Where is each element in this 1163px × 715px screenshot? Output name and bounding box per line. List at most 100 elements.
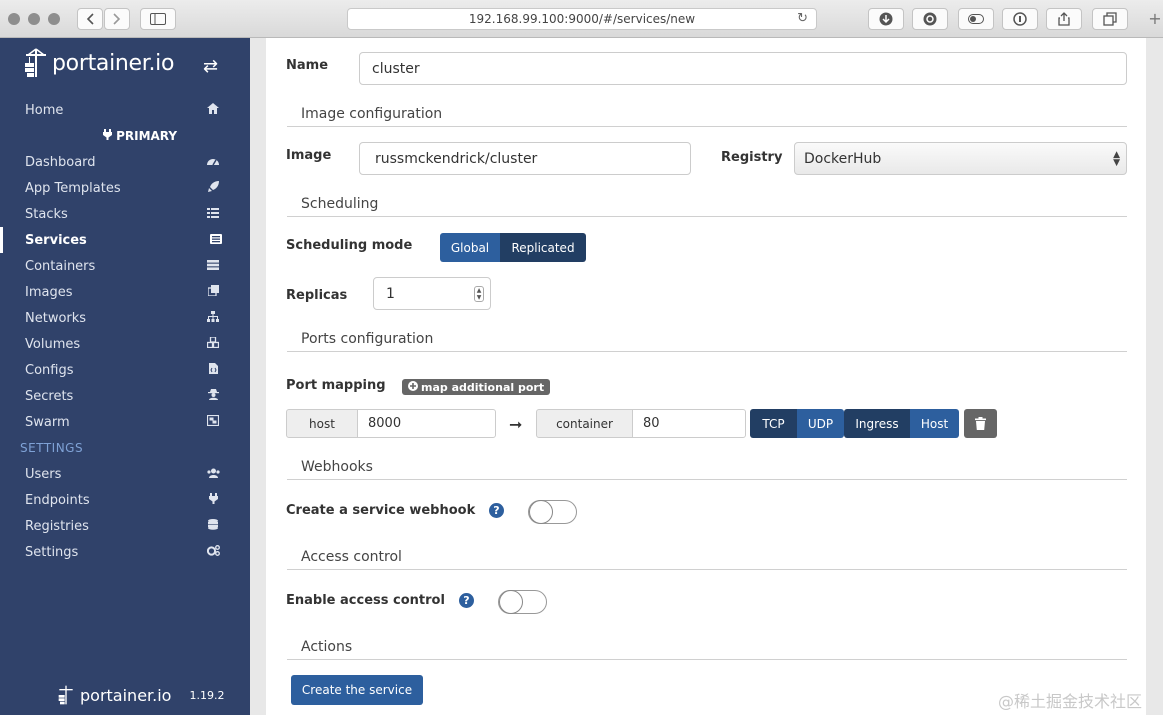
host-port-input[interactable]: 8000 [357,409,496,438]
share-button[interactable] [1046,8,1082,30]
webhook-toggle[interactable] [528,500,577,524]
version-label: 1.19.2 [189,688,225,702]
close-window-button[interactable] [8,13,20,25]
watermark: @稀土掘金技术社区 [998,692,1143,711]
list-alt-icon [208,233,224,247]
sidebar-item-label: Images [25,284,73,300]
publish-host-button[interactable]: Host [910,409,959,438]
sidebar-item-containers[interactable]: Containers [0,253,250,279]
stepper-arrows-icon[interactable]: ▲ ▼ [474,286,484,302]
new-tab-button[interactable]: + [1147,8,1163,30]
share-icon [1058,12,1070,26]
sidebar-item-stacks[interactable]: Stacks [0,201,250,227]
container-addon: container [536,409,633,438]
sidebar-item-label: Configs [25,362,74,378]
publish-ingress-button[interactable]: Ingress [844,409,910,438]
toggle-sidebar-icon[interactable]: ⇄ [203,56,218,77]
divider [287,659,1127,660]
password-manager-button[interactable] [1002,8,1038,30]
create-service-button[interactable]: Create the service [291,675,423,705]
map-additional-port-button[interactable]: map additional port [402,379,551,395]
protocol-udp-button[interactable]: UDP [797,409,844,438]
replicas-stepper[interactable]: 1 ▲ ▼ [373,277,491,310]
reload-icon[interactable]: ↻ [797,11,808,26]
sidebar-item-label: Dashboard [25,154,96,170]
question-circle-icon[interactable]: ? [489,503,504,518]
image-value: russmckendrick/cluster [375,150,538,167]
back-button[interactable] [77,8,103,30]
minimize-window-button[interactable] [28,13,40,25]
image-input[interactable]: russmckendrick/cluster [359,142,691,175]
sidebar-item-settings[interactable]: Settings [0,539,250,565]
sidebar-icon [150,13,166,25]
registry-select[interactable]: DockerHub ▲ ▼ [794,142,1127,175]
sidebar-item-services[interactable]: Services [0,227,250,253]
ports-section-title: Ports configuration [301,331,434,347]
sidebar-footer: portainer.io 1.19.2 [58,683,224,707]
toggle-icon [968,14,984,24]
map-port-label: map additional port [421,380,545,394]
address-bar[interactable]: 192.168.99.100:9000/#/services/new ↻ [347,8,817,30]
sidebar-item-volumes[interactable]: Volumes [0,331,250,357]
divider [287,479,1127,480]
sidebar-item-registries[interactable]: Registries [0,513,250,539]
cogs-icon [205,545,221,559]
scheduling-mode-label: Scheduling mode [286,238,413,253]
sidebar-item-label: App Templates [25,180,121,196]
forward-button[interactable] [104,8,130,30]
sidebar-item-app-templates[interactable]: App Templates [0,175,250,201]
sidebar-item-label: Services [25,232,87,248]
th-list-icon [205,207,221,221]
browser-toolbar: 192.168.99.100:9000/#/services/new ↻ + [0,0,1163,38]
sidebar-item-label: Containers [25,258,96,274]
sidebar-item-secrets[interactable]: Secrets [0,383,250,409]
divider [287,569,1127,570]
sidebar-item-home[interactable]: Home [0,97,250,123]
registry-label: Registry [721,150,783,165]
question-circle-icon[interactable]: ? [459,593,474,608]
sidebar-toggle-button[interactable] [140,8,176,30]
cubes-icon [205,336,221,351]
sidebar-item-label: Home [25,102,64,118]
name-label: Name [286,58,329,73]
sidebar-item-endpoints[interactable]: Endpoints [0,487,250,513]
plus-circle-icon [408,380,418,394]
extension-button[interactable] [912,8,948,30]
port-mapping-label: Port mapping [286,378,386,393]
extension-icon [923,12,937,26]
scheduling-replicated-button[interactable]: Replicated [500,233,586,262]
registry-value: DockerHub [804,150,882,167]
name-input[interactable]: cluster [359,52,1127,85]
scheduling-global-button[interactable]: Global [440,233,500,262]
select-arrows-icon: ▲ ▼ [1113,150,1120,168]
tabs-overview-button[interactable] [1092,8,1128,30]
access-control-toggle[interactable] [498,590,547,614]
downloads-button[interactable] [868,8,904,30]
toggle-extension-button[interactable] [958,8,994,30]
sidebar-item-images[interactable]: Images [0,279,250,305]
remove-port-button[interactable] [964,409,997,438]
download-icon [879,12,893,26]
sitemap-icon [205,311,221,325]
scheduling-section-title: Scheduling [301,196,379,212]
protocol-tcp-button[interactable]: TCP [750,409,797,438]
object-group-icon [205,414,221,429]
sidebar-item-dashboard[interactable]: Dashboard [0,149,250,175]
replicas-label: Replicas [286,288,348,303]
container-port-input[interactable]: 80 [632,409,746,438]
sidebar-item-networks[interactable]: Networks [0,305,250,331]
sidebar-item-users[interactable]: Users [0,461,250,487]
tabs-icon [1103,12,1117,26]
sidebar-item-configs[interactable]: Configs [0,357,250,383]
url-text: 192.168.99.100:9000/#/services/new [468,12,696,26]
brand-logo[interactable]: portainer.io [24,48,174,78]
trash-icon [975,417,986,430]
sidebar-item-swarm[interactable]: Swarm [0,409,250,435]
replicas-value: 1 [386,285,395,302]
sidebar-item-label: Registries [25,518,89,534]
container-port-value: 80 [643,416,660,431]
rocket-icon [205,181,221,195]
host-port-value: 8000 [368,416,402,431]
sidebar-item-label: Networks [25,310,87,326]
zoom-window-button[interactable] [48,13,60,25]
